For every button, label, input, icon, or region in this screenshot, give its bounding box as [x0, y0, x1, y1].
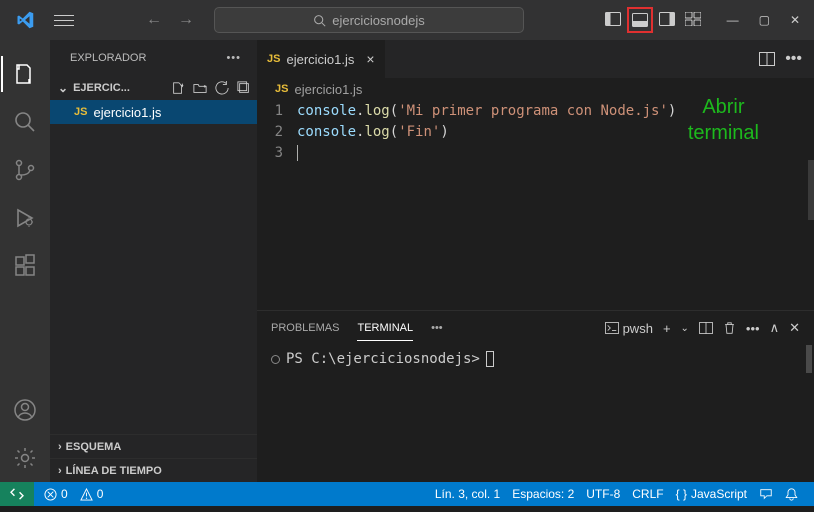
- source-control-icon[interactable]: [1, 146, 49, 194]
- titlebar: ← → ejerciciosnodejs — ▢ ✕: [0, 0, 814, 40]
- status-warnings[interactable]: 0: [80, 487, 104, 501]
- file-label: ejercicio1.js: [93, 105, 161, 120]
- terminal-dropdown-icon[interactable]: ⌄: [681, 323, 689, 334]
- panel-more-icon[interactable]: •••: [746, 321, 760, 336]
- outline-section[interactable]: › ESQUEMA: [50, 434, 257, 458]
- chevron-right-icon: ›: [58, 465, 62, 477]
- terminal[interactable]: PS C:\ejerciciosnodejs>: [257, 345, 814, 482]
- collapse-all-icon[interactable]: [237, 81, 251, 95]
- chevron-right-icon: ›: [58, 441, 62, 453]
- status-language[interactable]: { }JavaScript: [676, 487, 747, 501]
- menu-button[interactable]: [54, 11, 74, 30]
- run-debug-icon[interactable]: [1, 194, 49, 242]
- folder-name: EJERCIC...: [73, 82, 169, 94]
- js-file-icon: JS: [275, 83, 288, 95]
- command-center[interactable]: ejerciciosnodejs: [214, 7, 524, 33]
- layout-sidebar-right-icon[interactable]: [655, 7, 679, 31]
- terminal-shell-selector[interactable]: pwsh: [605, 321, 653, 336]
- panel-tab-problems[interactable]: PROBLEMAS: [271, 316, 339, 340]
- line-gutter: 1 2 3: [257, 100, 297, 310]
- panel: PROBLEMAS TERMINAL ••• pwsh + ⌄ ••• ∧ ✕: [257, 310, 814, 482]
- search-activity-icon[interactable]: [1, 98, 49, 146]
- vscode-logo-icon: [16, 11, 34, 29]
- maximize-button[interactable]: ▢: [759, 13, 770, 27]
- chevron-down-icon: ⌄: [58, 81, 68, 95]
- panel-tabs-more-icon[interactable]: •••: [431, 322, 443, 334]
- settings-gear-icon[interactable]: [1, 434, 49, 482]
- panel-tab-terminal[interactable]: TERMINAL: [357, 316, 413, 341]
- kill-terminal-icon[interactable]: [723, 321, 736, 335]
- layout-panel-bottom-icon[interactable]: [627, 7, 653, 33]
- minimap[interactable]: [808, 160, 814, 220]
- tab-close-icon[interactable]: ×: [366, 51, 374, 67]
- code-editor[interactable]: 1 2 3 console.log('Mi primer programa co…: [257, 100, 814, 310]
- split-editor-icon[interactable]: [759, 52, 775, 66]
- status-spaces[interactable]: Espacios: 2: [512, 487, 574, 501]
- close-button[interactable]: ✕: [790, 13, 800, 27]
- file-item[interactable]: JS ejercicio1.js: [50, 100, 257, 124]
- layout-customize-icon[interactable]: [681, 7, 705, 31]
- editor-area: JS ejercicio1.js × ••• JS ejercicio1.js …: [257, 40, 814, 482]
- terminal-scrollbar[interactable]: [806, 345, 812, 373]
- editor-tab[interactable]: JS ejercicio1.js ×: [257, 40, 386, 78]
- panel-maximize-icon[interactable]: ∧: [770, 320, 780, 336]
- explorer-icon[interactable]: [1, 50, 49, 98]
- extensions-icon[interactable]: [1, 242, 49, 290]
- accounts-icon[interactable]: [1, 386, 49, 434]
- terminal-status-icon: [271, 355, 280, 364]
- timeline-section[interactable]: › LÍNEA DE TIEMPO: [50, 458, 257, 482]
- status-eol[interactable]: CRLF: [632, 487, 663, 501]
- nav-forward-icon[interactable]: →: [178, 11, 194, 29]
- editor-tabs: JS ejercicio1.js × •••: [257, 40, 814, 78]
- status-encoding[interactable]: UTF-8: [586, 487, 620, 501]
- status-bar: 0 0 Lín. 3, col. 1 Espacios: 2 UTF-8 CRL…: [0, 482, 814, 506]
- remote-indicator[interactable]: [0, 482, 34, 506]
- minimize-button[interactable]: —: [727, 13, 739, 27]
- nav-back-icon[interactable]: ←: [146, 11, 162, 29]
- code-content: console.log('Mi primer programa con Node…: [297, 100, 676, 310]
- js-file-icon: JS: [74, 106, 87, 118]
- status-feedback-icon[interactable]: [759, 487, 773, 501]
- tab-label: ejercicio1.js: [286, 52, 354, 67]
- status-notifications-icon[interactable]: [785, 487, 798, 501]
- panel-close-icon[interactable]: ✕: [789, 320, 800, 336]
- new-file-icon[interactable]: [171, 81, 185, 95]
- search-placeholder: ejerciciosnodejs: [332, 13, 425, 28]
- split-terminal-icon[interactable]: [699, 322, 713, 334]
- new-folder-icon[interactable]: [193, 81, 207, 95]
- editor-more-icon[interactable]: •••: [785, 50, 802, 68]
- sidebar-title: EXPLORADOR: [70, 52, 146, 64]
- breadcrumb[interactable]: JS ejercicio1.js: [257, 78, 814, 100]
- terminal-prompt: PS C:\ejerciciosnodejs>: [286, 351, 480, 367]
- status-errors[interactable]: 0: [44, 487, 68, 501]
- js-file-icon: JS: [267, 53, 280, 65]
- sidebar-explorer: EXPLORADOR ••• ⌄ EJERCIC... JS ejercicio…: [50, 40, 257, 482]
- new-terminal-icon[interactable]: +: [663, 321, 671, 336]
- status-line-col[interactable]: Lín. 3, col. 1: [435, 487, 500, 501]
- refresh-icon[interactable]: [215, 81, 229, 95]
- activity-bar: [0, 40, 50, 482]
- search-icon: [313, 14, 326, 27]
- sidebar-more-icon[interactable]: •••: [226, 52, 241, 64]
- layout-sidebar-left-icon[interactable]: [601, 7, 625, 31]
- terminal-cursor: [486, 351, 494, 367]
- folder-header[interactable]: ⌄ EJERCIC...: [50, 76, 257, 100]
